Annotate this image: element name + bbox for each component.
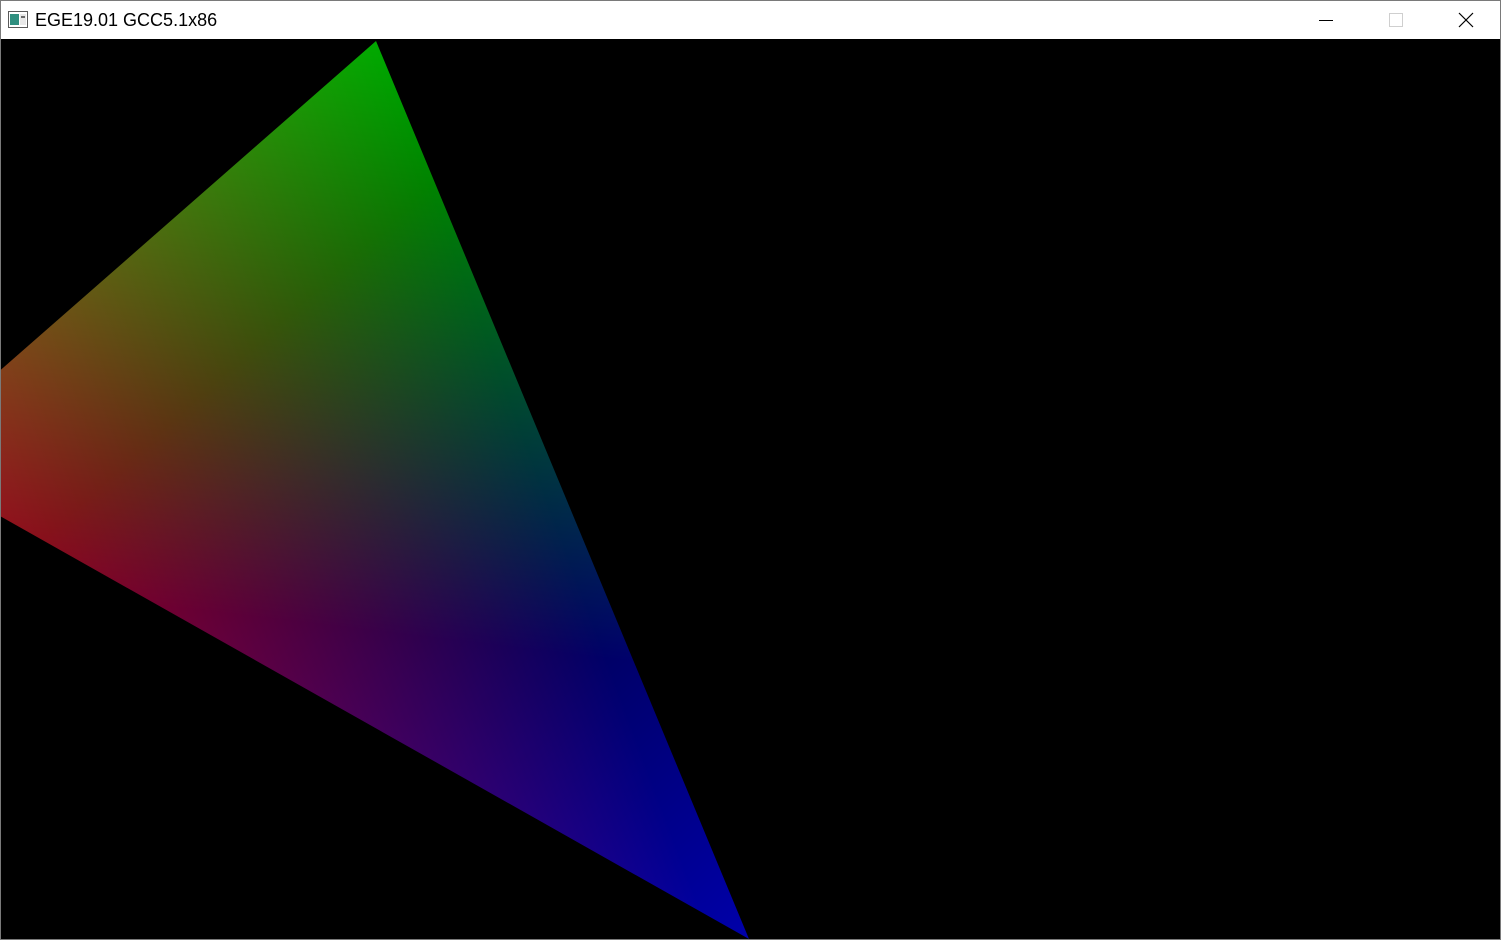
title-bar[interactable]: EGE19.01 GCC5.1x86 <box>1 1 1500 39</box>
app-window-icon[interactable] <box>8 11 28 28</box>
close-icon <box>1458 12 1474 28</box>
maximize-button[interactable] <box>1361 1 1431 39</box>
canvas-surface <box>1 39 1500 939</box>
minimize-button[interactable] <box>1291 1 1361 39</box>
graphics-canvas[interactable] <box>1 39 1500 939</box>
window-title: EGE19.01 GCC5.1x86 <box>35 10 218 30</box>
app-window: EGE19.01 GCC5.1x86 <box>0 0 1501 940</box>
minimize-icon <box>1319 20 1333 21</box>
maximize-icon <box>1389 13 1403 27</box>
close-button[interactable] <box>1431 1 1500 39</box>
